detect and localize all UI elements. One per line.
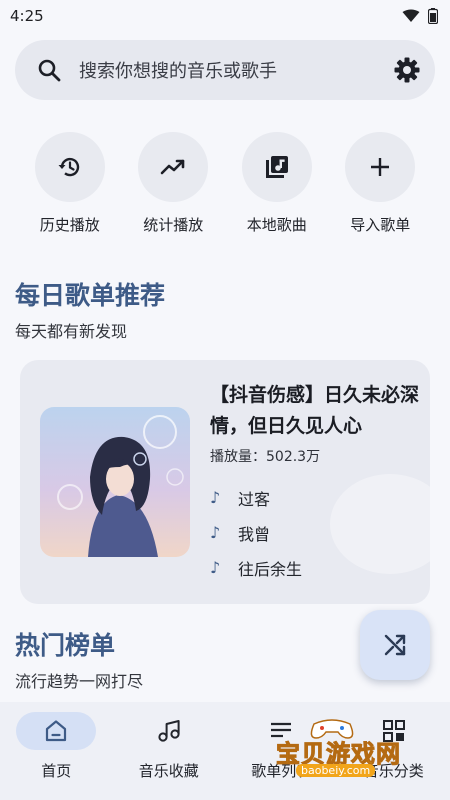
charts-section-subtitle: 流行趋势一网打尽 — [15, 672, 144, 691]
watermark-url: baobeiy.com — [296, 764, 376, 777]
library-music-icon — [265, 156, 288, 178]
playlist-play-count: 播放量：502.3万 — [210, 449, 321, 465]
card-decoration — [330, 474, 430, 574]
quick-action-local-songs[interactable]: 本地歌曲 — [232, 132, 322, 235]
song-item[interactable]: ♪ 往后余生 — [210, 550, 302, 585]
quick-action-label: 本地歌曲 — [246, 216, 307, 234]
status-time: 4:25 — [10, 7, 44, 25]
daily-section-title: 每日歌单推荐 — [15, 281, 166, 310]
wifi-icon — [402, 9, 420, 22]
home-icon — [46, 720, 67, 742]
song-title: 我曾 — [238, 524, 271, 544]
daily-section-subtitle: 每天都有新发现 — [15, 322, 128, 341]
music-note-icon: ♪ — [210, 558, 221, 577]
playlist-cover-image[interactable] — [40, 407, 190, 557]
trending-icon — [160, 159, 185, 175]
nav-label: 首页 — [41, 762, 72, 780]
music-note-icon: ♪ — [210, 523, 221, 542]
quick-actions: 历史播放 统计播放 本地歌曲 导入歌单 — [0, 132, 450, 235]
battery-icon — [428, 8, 438, 24]
quick-action-label: 导入歌单 — [350, 216, 411, 234]
music-note-icon — [158, 720, 180, 742]
quick-action-stats[interactable]: 统计播放 — [128, 132, 218, 235]
nav-item-home[interactable]: 首页 — [6, 712, 106, 800]
song-title: 过客 — [238, 489, 271, 509]
quick-action-label: 历史播放 — [39, 216, 100, 234]
local-songs-button[interactable] — [241, 132, 312, 202]
cover-illustration — [40, 407, 190, 557]
stats-button[interactable] — [138, 132, 209, 202]
status-icons — [402, 8, 438, 24]
playlist-song-list: ♪ 过客 ♪ 我曾 ♪ 往后余生 — [210, 480, 302, 585]
site-watermark: 宝贝游戏网 baobeiy.com — [272, 718, 422, 782]
nav-label: 音乐收藏 — [138, 762, 199, 780]
shuffle-fab-button[interactable] — [360, 610, 430, 680]
history-button[interactable] — [34, 132, 105, 202]
song-item[interactable]: ♪ 过客 — [210, 480, 302, 515]
nav-item-favorites[interactable]: 音乐收藏 — [119, 712, 219, 800]
shuffle-icon — [384, 634, 406, 656]
search-bar[interactable]: 搜索你想搜的音乐或歌手 — [15, 40, 435, 100]
quick-action-history[interactable]: 历史播放 — [25, 132, 115, 235]
song-item[interactable]: ♪ 我曾 — [210, 515, 302, 550]
nav-icon-container — [129, 712, 209, 750]
import-playlist-button[interactable] — [345, 132, 416, 202]
nav-icon-container — [16, 712, 97, 750]
status-bar: 4:25 — [0, 0, 450, 32]
quick-action-import-playlist[interactable]: 导入歌单 — [335, 132, 425, 235]
quick-action-label: 统计播放 — [143, 216, 204, 234]
search-icon — [38, 59, 61, 82]
music-note-icon: ♪ — [210, 488, 221, 507]
settings-gear-icon[interactable] — [393, 56, 421, 84]
history-icon — [58, 157, 79, 177]
daily-playlist-card[interactable]: 【抖音伤感】日久未必深情，但日久见人心 播放量：502.3万 ♪ 过客 ♪ 我曾… — [20, 360, 430, 604]
song-title: 往后余生 — [238, 559, 303, 579]
charts-section-title: 热门榜单 — [15, 631, 116, 660]
search-input[interactable]: 搜索你想搜的音乐或歌手 — [79, 57, 393, 83]
plus-icon — [371, 158, 390, 176]
playlist-title: 【抖音伤感】日久未必深情，但日久见人心 — [210, 384, 420, 437]
